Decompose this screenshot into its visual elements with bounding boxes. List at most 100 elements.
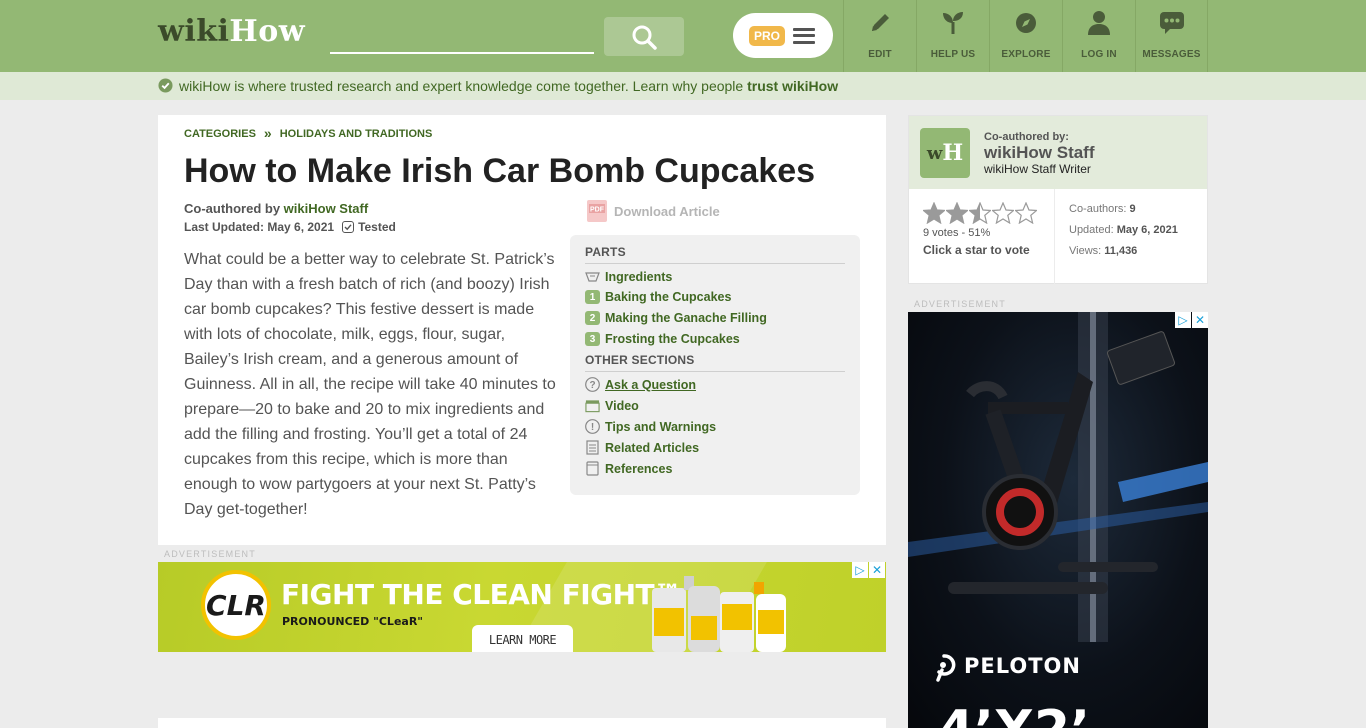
star-icon-1[interactable] <box>923 202 945 224</box>
toc-tips-warnings[interactable]: ! Tips and Warnings <box>585 419 716 434</box>
nav-log-in-label: LOG IN <box>1081 49 1117 60</box>
ad-close-icon[interactable]: ✕ <box>869 562 885 578</box>
article-intro: What could be a better way to celebrate … <box>184 251 556 518</box>
svg-text:PDF: PDF <box>590 207 605 214</box>
nav-explore[interactable]: EXPLORE <box>989 0 1062 72</box>
avatar[interactable]: wH <box>920 128 970 178</box>
ad-label: ADVERTISEMENT <box>164 549 256 559</box>
verified-check-icon <box>158 78 173 93</box>
author-role: wikiHow Staff Writer <box>984 162 1091 176</box>
product-bottles-image <box>652 576 786 652</box>
page-title: How to Make Irish Car Bomb Cupcakes <box>184 152 816 190</box>
star-icon-3[interactable] <box>969 202 991 224</box>
breadcrumb-categories[interactable]: CATEGORIES <box>184 128 256 140</box>
coauthor-link[interactable]: wikiHow Staff <box>284 201 369 216</box>
nav-help-us-label: HELP US <box>930 49 976 60</box>
nav-edit-label: EDIT <box>868 49 892 60</box>
toc-ingredients[interactable]: Ingredients <box>585 269 672 284</box>
breadcrumb-separator: » <box>263 125 272 141</box>
nav-messages-label: MESSAGES <box>1142 49 1201 60</box>
trust-bar: wikiHow is where trusted research and ex… <box>0 72 1366 100</box>
coauthors-stat: Co-authors: 9 <box>1069 203 1136 215</box>
nav-explore-label: EXPLORE <box>1001 49 1051 60</box>
ad-subtext: PRONOUNCED "CLeaR" <box>282 615 424 628</box>
side-adchoices-icon[interactable]: ▷ <box>1175 312 1191 328</box>
wikihow-logo[interactable]: wiki How <box>158 14 305 54</box>
document-icon <box>586 440 599 455</box>
peloton-logo: PELOTON <box>930 650 1081 682</box>
trust-text: wikiHow is where trusted research and ex… <box>179 78 839 94</box>
adchoices-icon[interactable]: ▷ <box>852 562 868 578</box>
nav-help-us[interactable]: HELP US <box>916 0 989 72</box>
hamburger-icon <box>793 27 816 44</box>
nav-log-in[interactable]: LOG IN <box>1062 0 1135 72</box>
nav-edit[interactable]: EDIT <box>843 0 916 72</box>
breadcrumb: CATEGORIES » HOLIDAYS AND TRADITIONS <box>184 125 433 141</box>
peloton-big-text: 4’X2’ <box>938 700 1090 728</box>
views-stat: Views: 11,436 <box>1069 245 1138 257</box>
question-icon: ? <box>585 377 600 392</box>
toc-video[interactable]: Video <box>585 398 639 413</box>
compass-icon <box>1016 13 1036 33</box>
top-nav: EDIT HELP US EXPLORE LOG IN MESSAGES <box>843 0 1208 72</box>
toc-part-1[interactable]: 1 Baking the Cupcakes <box>585 290 731 304</box>
click-star-prompt: Click a star to vote <box>923 243 1030 257</box>
updated-stat: Updated: May 6, 2021 <box>1069 224 1178 236</box>
search-input[interactable] <box>330 22 594 54</box>
next-section-card <box>158 718 886 728</box>
trust-wikihow-link[interactable]: trust wikiHow <box>747 78 838 94</box>
download-article-button[interactable]: PDF Download Article <box>586 199 720 223</box>
side-ad-close-icon[interactable]: ✕ <box>1192 312 1208 328</box>
toc-part-3[interactable]: 3 Frosting the Cupcakes <box>585 332 740 346</box>
top-header: wiki How PRO EDIT HELP US EXPLORE LOG IN … <box>0 0 1366 72</box>
author-card: wH Co-authored by: wikiHow Staff wikiHow… <box>908 115 1208 284</box>
toc-other-heading: OTHER SECTIONS <box>585 353 695 367</box>
star-icon-4[interactable] <box>992 202 1014 224</box>
pdf-icon: PDF <box>587 200 607 222</box>
search-button[interactable] <box>604 17 684 56</box>
vote-count: 9 votes - 51% <box>923 227 991 239</box>
user-icon <box>1088 11 1110 35</box>
toc-ask-question[interactable]: ? Ask a Question <box>585 377 696 392</box>
ad-headline: FIGHT THE CLEAN FIGHT™ <box>281 578 682 611</box>
nav-messages[interactable]: MESSAGES <box>1135 0 1208 72</box>
logo-part-how: How <box>229 14 306 49</box>
chat-icon <box>1159 12 1184 34</box>
peloton-icon <box>936 654 956 682</box>
ingredients-icon <box>585 271 600 282</box>
side-ad-label: ADVERTISEMENT <box>914 299 1006 309</box>
search-icon <box>632 25 657 50</box>
sprout-icon <box>943 12 963 34</box>
coauthored-label: Co-authored by: <box>984 131 1069 143</box>
article-card: CATEGORIES » HOLIDAYS AND TRADITIONS How… <box>158 115 886 545</box>
svg-text:!: ! <box>591 422 594 433</box>
table-of-contents: PARTS Ingredients 1 Baking the Cupcakes 2… <box>570 235 860 495</box>
tested-badge[interactable]: Tested <box>342 220 396 234</box>
star-icon-5[interactable] <box>1015 202 1037 224</box>
pro-badge: PRO <box>749 25 786 46</box>
toc-part-2[interactable]: 2 Making the Ganache Filling <box>585 311 767 325</box>
clr-banner-ad[interactable]: CLR FIGHT THE CLEAN FIGHT™ PRONOUNCED "C… <box>158 562 886 652</box>
svg-text:?: ? <box>589 380 595 391</box>
peloton-ad[interactable]: PELOTON 4’X2’ ▷ ✕ <box>908 312 1208 728</box>
part-number-2: 2 <box>585 311 600 325</box>
toc-parts-heading: PARTS <box>585 245 626 259</box>
video-icon <box>585 399 600 412</box>
toc-references[interactable]: References <box>585 461 672 476</box>
logo-part-wiki: wiki <box>158 14 230 49</box>
coauthor-line: Co-authored by wikiHow Staff <box>184 201 369 216</box>
learn-more-button[interactable]: LEARN MORE <box>472 625 573 652</box>
part-number-1: 1 <box>585 290 600 304</box>
notebook-icon <box>586 461 599 476</box>
author-card-header: wH Co-authored by: wikiHow Staff wikiHow… <box>909 116 1207 189</box>
bike-image <box>908 312 1208 642</box>
clr-logo: CLR <box>201 570 271 640</box>
pro-menu-button[interactable]: PRO <box>733 13 833 58</box>
toc-related-articles[interactable]: Related Articles <box>585 440 699 455</box>
pencil-icon <box>872 14 889 31</box>
last-updated: Last Updated: May 6, 2021 Tested <box>184 220 396 234</box>
star-rating <box>923 202 1037 224</box>
breadcrumb-holidays[interactable]: HOLIDAYS AND TRADITIONS <box>280 128 433 140</box>
author-name[interactable]: wikiHow Staff <box>984 143 1095 163</box>
star-icon-2[interactable] <box>946 202 968 224</box>
